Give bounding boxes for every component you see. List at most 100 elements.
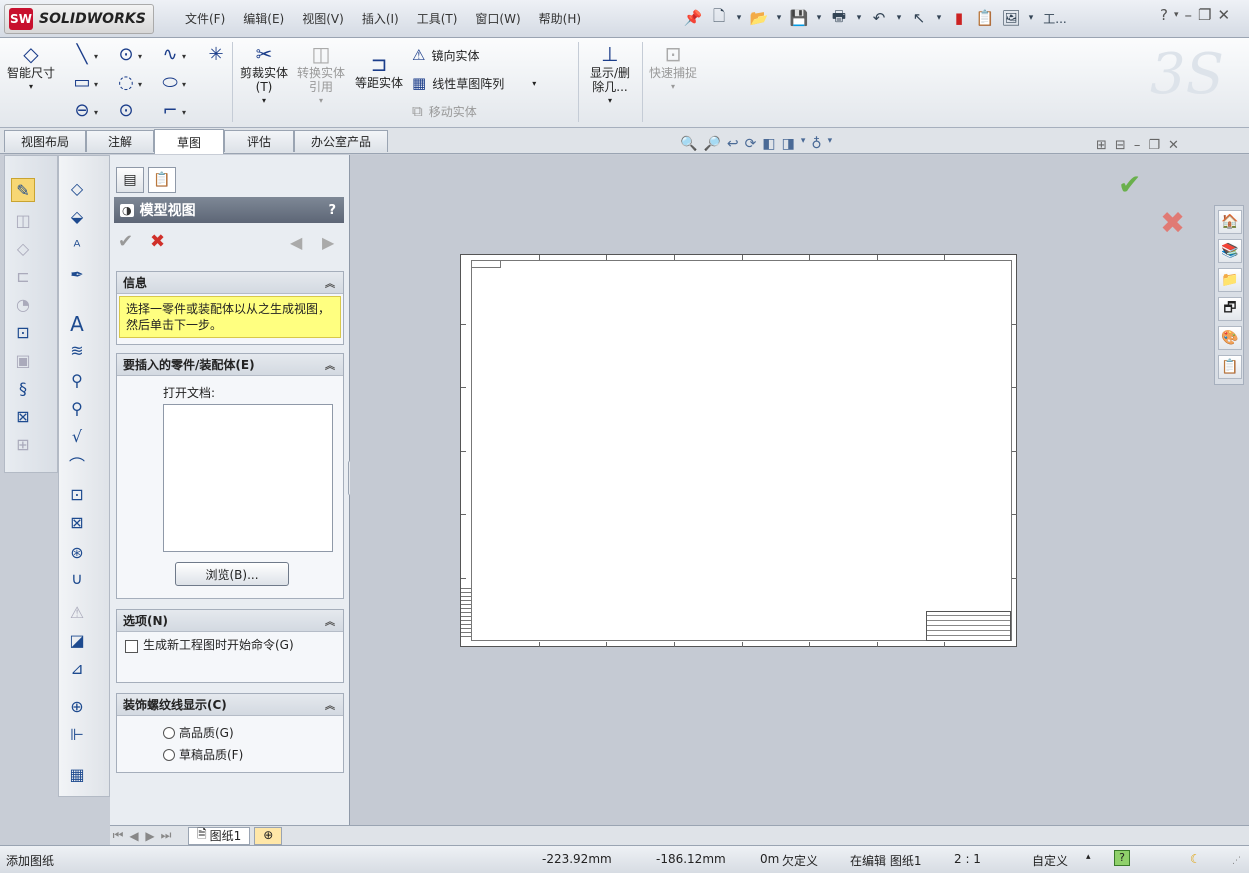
chevron-down-icon[interactable]: ▾ — [934, 6, 944, 30]
rectangle-icon[interactable]: ▭ — [72, 72, 92, 93]
options-icon[interactable]: 🖼 — [1000, 6, 1022, 30]
spline-icon[interactable]: ∿ — [160, 44, 180, 65]
split-icon[interactable]: ⊟ — [1115, 138, 1126, 153]
display-style-icon[interactable]: ◧ — [762, 136, 775, 152]
chevron-up-icon[interactable]: ▴ — [1086, 852, 1091, 862]
weld-symbol-icon[interactable]: ⌒ — [65, 452, 89, 476]
center-mark-icon[interactable]: ⊕ — [65, 694, 89, 718]
tab-office-products[interactable]: 办公室产品 — [294, 130, 388, 152]
mirror-entities-button[interactable]: ⚠ 镜向实体 — [412, 46, 479, 64]
resize-grip-icon[interactable]: ⋰ — [1232, 856, 1241, 866]
chevron-down-icon[interactable]: ▾ — [1174, 10, 1179, 24]
chevron-down-icon[interactable]: ▾ — [648, 80, 698, 94]
next-sheet-icon[interactable]: ▶ — [142, 829, 158, 843]
sketch-plane-icon[interactable]: ⊏ — [11, 264, 35, 288]
chevron-down-icon[interactable]: ▾ — [532, 79, 536, 88]
pin-icon[interactable]: 📌 — [682, 6, 704, 30]
menu-file[interactable]: 文件(F) — [176, 8, 234, 29]
chevron-down-icon[interactable]: ▾ — [814, 6, 824, 30]
menu-edit[interactable]: 编辑(E) — [234, 8, 293, 29]
collapse-icon[interactable]: ︽ — [325, 697, 335, 712]
info-header[interactable]: 信息 ︽ — [117, 272, 343, 294]
menu-help[interactable]: 帮助(H) — [530, 8, 590, 29]
chevron-down-icon[interactable]: ▾ — [182, 80, 186, 89]
table-icon[interactable]: ▦ — [65, 762, 89, 786]
close-icon[interactable]: ✕ — [1168, 138, 1179, 153]
previous-view-icon[interactable]: ↩ — [727, 136, 739, 152]
start-command-checkbox[interactable] — [125, 640, 138, 653]
open-documents-list[interactable] — [163, 404, 333, 552]
surface-finish-icon[interactable]: √ — [65, 424, 89, 448]
tab-sketch[interactable]: 草图 — [154, 129, 224, 154]
sketch-3d-icon[interactable]: ◇ — [11, 236, 35, 260]
polygon-icon[interactable]: ⊙ — [116, 100, 136, 121]
circle-icon[interactable]: ⊙ — [116, 44, 136, 65]
area-hatch-icon[interactable]: ◪ — [65, 628, 89, 652]
edit-sketch-icon[interactable]: ◫ — [11, 208, 35, 232]
sketch-picture-icon[interactable]: ▣ — [11, 348, 35, 372]
restore-icon[interactable]: ❐ — [1148, 138, 1160, 153]
smart-dimension-button[interactable]: ◇ 智能尺寸 ▾ — [6, 42, 56, 94]
insert-part-header[interactable]: 要插入的零件/装配体(E) ︽ — [117, 354, 343, 376]
chevron-down-icon[interactable]: ▾ — [854, 6, 864, 30]
solidworks-menu-button[interactable]: SW SOLIDWORKS — [4, 4, 154, 34]
point-icon[interactable]: ✳ — [206, 44, 226, 65]
chevron-down-icon[interactable]: ▾ — [182, 108, 186, 117]
draft-quality-radio[interactable]: 草稿品质(F) — [163, 746, 243, 763]
offset-entities-button[interactable]: ⊐ 等距实体 — [354, 52, 404, 90]
chevron-down-icon[interactable]: ▾ — [801, 136, 806, 152]
custom-properties-icon[interactable]: 📋 — [1218, 355, 1242, 379]
sketch-block-icon[interactable]: ⊡ — [11, 320, 35, 344]
collapse-icon[interactable]: ︽ — [325, 357, 335, 372]
note-icon[interactable]: A — [65, 312, 89, 336]
fillet-icon[interactable]: ⌐ — [160, 100, 180, 121]
chevron-down-icon[interactable]: ▾ — [894, 6, 904, 30]
hole-callout-icon[interactable]: ⊡ — [65, 482, 89, 506]
add-sheet-icon[interactable]: ⊕ — [254, 826, 283, 845]
ellipse-icon[interactable]: ⬭ — [160, 72, 180, 93]
view-palette-icon[interactable]: 🗗 — [1218, 297, 1242, 321]
balloon-icon[interactable]: ≋ — [65, 338, 89, 362]
appearances-icon[interactable]: 🎨 — [1218, 326, 1242, 350]
chevron-down-icon[interactable]: ▾ — [94, 80, 98, 89]
chevron-down-icon[interactable]: ▾ — [294, 94, 348, 108]
line-icon[interactable]: ╲ — [72, 44, 92, 65]
sheet-scale[interactable]: 2 : 1 — [954, 852, 981, 866]
menu-tools[interactable]: 工具(T) — [408, 8, 467, 29]
view-settings-icon[interactable]: ◨ — [782, 136, 795, 152]
centerline-icon[interactable]: ⊩ — [65, 722, 89, 746]
sketch-grid-icon[interactable]: ⊞ — [11, 432, 35, 456]
file-explorer-icon[interactable]: 📁 — [1218, 268, 1242, 292]
menu-insert[interactable]: 插入(I) — [353, 8, 408, 29]
slot-icon[interactable]: ⊖ — [72, 100, 92, 121]
chevron-down-icon[interactable]: ▾ — [138, 80, 142, 89]
ok-icon[interactable]: ✔ — [118, 231, 133, 252]
revision-symbol-icon[interactable]: ⚠ — [65, 600, 89, 624]
sketch-icon[interactable]: ✎ — [11, 178, 35, 202]
zoom-to-area-icon[interactable]: 🔎 — [703, 136, 720, 152]
geometric-tolerance-icon[interactable]: ⊠ — [65, 510, 89, 534]
high-quality-radio[interactable]: 高品质(G) — [163, 724, 234, 741]
menu-window[interactable]: 窗口(W) — [466, 8, 529, 29]
select-pointer-icon[interactable]: ↖ — [908, 6, 930, 30]
zoom-to-fit-icon[interactable]: 🔍 — [680, 136, 697, 152]
quick-snaps-button[interactable]: ⊡ 快速捕捉 ▾ — [648, 42, 698, 94]
convert-entities-button[interactable]: ◫ 转换实体引用 ▾ — [294, 42, 348, 108]
new-document-icon[interactable]: 🗋 — [708, 6, 730, 30]
chevron-down-icon[interactable]: ▾ — [238, 94, 290, 108]
spell-check-icon[interactable]: ᴬ — [65, 234, 89, 258]
chevron-down-icon[interactable]: ▾ — [828, 136, 833, 152]
confirm-corner-cancel-icon[interactable]: ✖ — [1160, 206, 1185, 241]
sheet-tab[interactable]: 🗎 图纸1 — [188, 826, 251, 845]
quick-tips-help-icon[interactable]: ? — [1114, 850, 1130, 866]
rebuild-traffic-light-icon[interactable]: ▮ — [948, 6, 970, 30]
tab-view-layout[interactable]: 视图布局 — [4, 130, 86, 152]
move-entities-button[interactable]: ⧉ 移动实体 — [412, 102, 477, 120]
prev-sheet-icon[interactable]: ◀ — [126, 829, 142, 843]
open-folder-icon[interactable]: 📂 — [748, 6, 770, 30]
hide-show-icon[interactable]: ♁ — [811, 136, 821, 152]
cosmetic-thread-header[interactable]: 装饰螺纹线显示(C) ︽ — [117, 694, 343, 716]
repair-sketch-icon[interactable]: ⊠ — [11, 404, 35, 428]
tile-icon[interactable]: ⊞ — [1096, 138, 1107, 153]
browse-button[interactable]: 浏览(B)... — [175, 562, 289, 586]
